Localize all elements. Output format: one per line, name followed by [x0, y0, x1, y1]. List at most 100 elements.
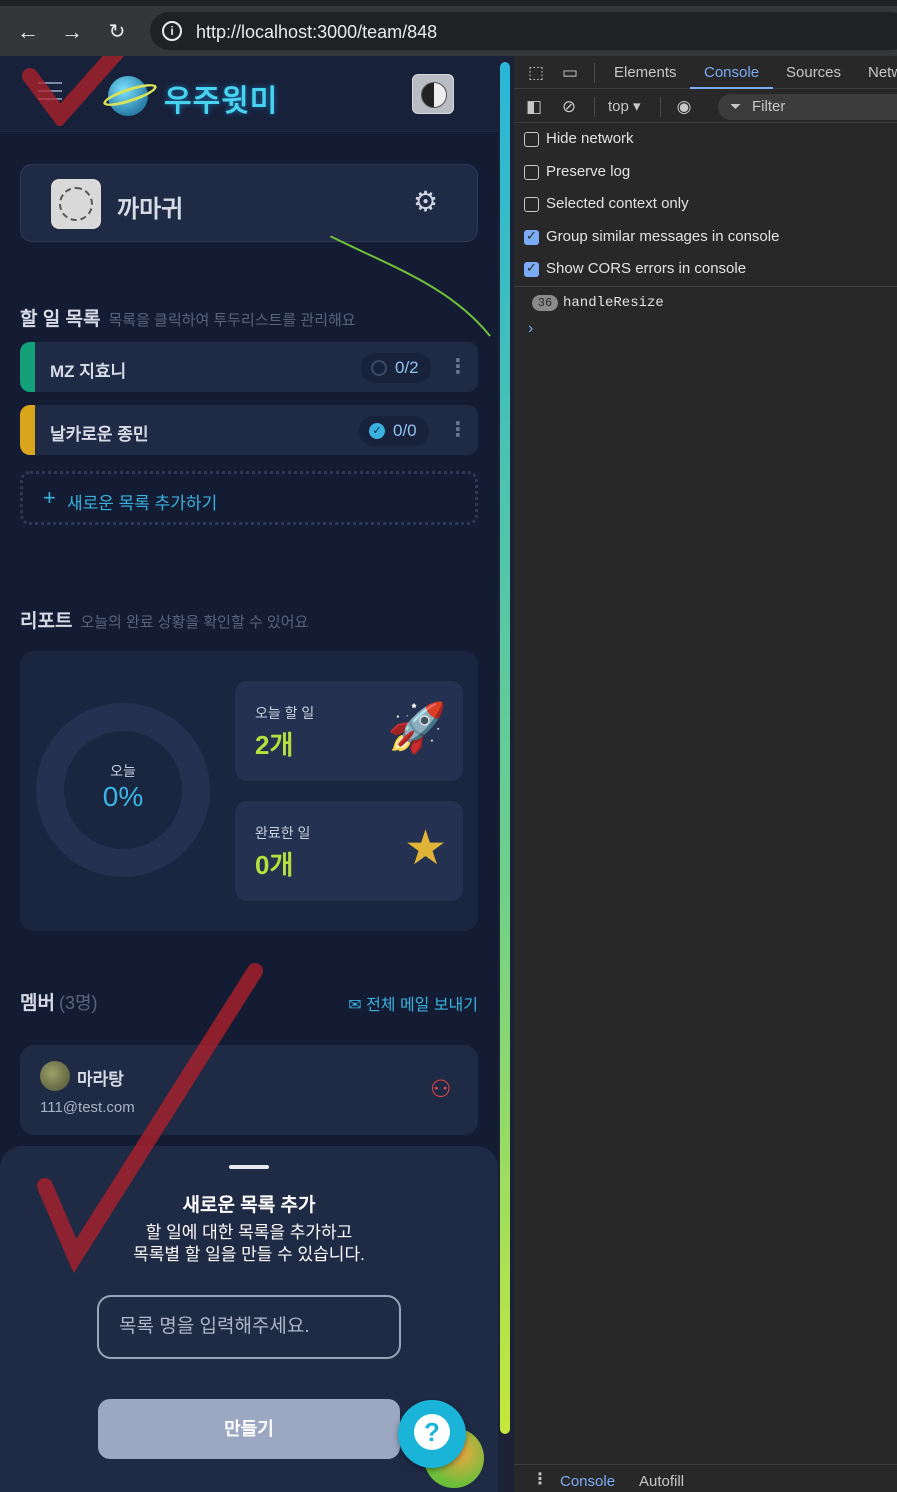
address-bar[interactable]: i http://localhost:3000/team/848 [150, 12, 897, 50]
context-selector[interactable]: top ▾ [608, 97, 641, 115]
sheet-description: 할 일에 대한 목록을 추가하고 목록별 할 일을 만들 수 있습니다. [0, 1222, 498, 1266]
todo-section-subtitle: 목록을 클릭하여 투두리스트를 관리해요 [108, 312, 356, 329]
device-toolbar-icon[interactable]: ▭ [560, 63, 580, 83]
eye-icon[interactable]: ◉ [674, 97, 694, 117]
profile-button[interactable] [412, 74, 454, 114]
yinyang-avatar-icon [421, 82, 447, 108]
member-email: 111@test.com [40, 1099, 135, 1116]
donut-value: 0% [102, 781, 144, 812]
drawer-tab-console[interactable]: Console [560, 1473, 615, 1490]
setting-label: Preserve log [546, 163, 631, 180]
check-circle-icon: ✓ [369, 423, 385, 439]
devtools-drawer: ⋮ Console Autofill [514, 1464, 897, 1492]
page-scrollbar-thumb[interactable] [500, 62, 510, 1434]
checkbox-checked[interactable] [524, 260, 539, 277]
console-prompt-icon[interactable]: › [528, 320, 533, 338]
tab-network[interactable]: Netw [868, 64, 897, 81]
members-count: (3명) [58, 993, 98, 1013]
url-text[interactable]: http://localhost:3000/team/848 [196, 22, 437, 43]
list-color-bar [20, 405, 35, 455]
drawer-menu-icon[interactable]: ⋮ [532, 1469, 548, 1489]
console-toolbar: ◧ ⊘ top ▾ ◉ ⏷ Filter [514, 90, 897, 123]
progress-donut: 오늘 0% [36, 703, 210, 877]
filter-input[interactable]: ⏷ Filter [718, 94, 897, 120]
progress-circle-icon [371, 360, 387, 376]
done-tasks-label: 완료한 일 [255, 825, 311, 841]
clear-console-icon[interactable]: ⊘ [559, 97, 579, 117]
hamburger-menu-icon[interactable] [38, 82, 62, 100]
sidebar-toggle-icon[interactable]: ◧ [524, 97, 544, 117]
mail-icon: ✉ [348, 997, 367, 1014]
todo-list-item[interactable]: MZ 지효니 0/2 ⋮ [20, 342, 478, 392]
site-info-icon[interactable]: i [162, 21, 182, 41]
todo-count-text: 0/2 [395, 358, 419, 377]
add-list-label: 새로운 목록 추가하기 [67, 494, 218, 513]
create-button[interactable]: 만들기 [98, 1399, 400, 1459]
team-emblem-icon [59, 187, 93, 221]
today-tasks-label: 오늘 할 일 [255, 705, 315, 721]
app-viewport: 우주윗미 까마귀 ⚙ 할 일 목록 목록을 클릭하여 투두리스트를 관리해요 MZ… [0, 56, 500, 1492]
gear-icon[interactable]: ⚙ [413, 187, 443, 217]
setting-label: Selected context only [546, 195, 689, 212]
todo-count-badge: ✓ 0/0 [359, 416, 429, 446]
member-card[interactable]: 마라탕 111@test.com ⚇ [20, 1045, 478, 1135]
inspect-element-icon[interactable]: ⬚ [526, 63, 546, 83]
repeat-count-badge: 36 [532, 295, 558, 311]
log-message: handleResize [563, 295, 664, 311]
sheet-desc-line1: 할 일에 대한 목록을 추가하고 [145, 1223, 353, 1242]
drawer-tab-autofill[interactable]: Autofill [639, 1473, 684, 1490]
reload-icon[interactable]: ↻ [103, 18, 131, 46]
help-button[interactable]: ? [398, 1400, 466, 1468]
sheet-title: 새로운 목록 추가 [182, 1195, 316, 1216]
sheet-drag-handle[interactable] [229, 1165, 269, 1169]
mail-all-label: 전체 메일 보내기 [366, 997, 478, 1014]
todo-count-text: 0/0 [393, 421, 417, 440]
list-color-bar [20, 342, 35, 392]
checkbox[interactable] [524, 197, 539, 212]
active-tab-indicator [690, 87, 773, 89]
setting-label: Hide network [546, 130, 634, 147]
toolbar-divider [594, 63, 595, 83]
team-card: 까마귀 ⚙ [20, 164, 478, 242]
list-name-input[interactable] [97, 1295, 401, 1359]
logo-text: 우주윗미 [164, 85, 279, 118]
context-label: top [608, 98, 629, 115]
browser-toolbar: ← → ↻ i http://localhost:3000/team/848 [0, 0, 897, 56]
report-section-title: 리포트 오늘의 완료 상황을 확인할 수 있어요 [20, 606, 308, 633]
setting-label: Group similar messages in console [546, 228, 780, 245]
done-tasks-box: 완료한 일 0개 ★ [235, 801, 463, 901]
tab-sources[interactable]: Sources [786, 64, 841, 81]
add-list-button[interactable]: + 새로운 목록 추가하기 [20, 471, 478, 525]
star-icon: ★ [403, 822, 447, 875]
rocket-icon: 🚀 [387, 702, 447, 755]
toolbar-divider [660, 97, 661, 117]
devtools-tabbar: ⬚ ▭ Elements Console Sources Netw [514, 56, 897, 89]
filter-placeholder: Filter [752, 98, 786, 115]
today-tasks-value: 2개 [255, 730, 294, 760]
app-logo[interactable]: 우주윗미 [101, 70, 292, 118]
todo-count-badge: 0/2 [361, 353, 431, 383]
member-name: 마라탕 [77, 1070, 124, 1089]
more-options-icon[interactable]: ⋮ [448, 417, 468, 443]
mail-all-link[interactable]: ✉ 전체 메일 보내기 [348, 991, 478, 1015]
avatar [40, 1061, 70, 1091]
donut-label: 오늘 [110, 763, 136, 779]
checkbox[interactable] [524, 165, 539, 180]
team-avatar [51, 179, 101, 229]
remove-user-icon[interactable]: ⚇ [430, 1075, 452, 1104]
tab-console[interactable]: Console [704, 64, 759, 81]
back-arrow-icon[interactable]: ← [14, 18, 42, 46]
tab-elements[interactable]: Elements [614, 64, 677, 81]
forward-arrow-icon[interactable]: → [58, 18, 86, 46]
todo-section-heading: 할 일 목록 [20, 309, 101, 330]
sheet-desc-line2: 목록별 할 일을 만들 수 있습니다. [133, 1245, 365, 1264]
more-options-icon[interactable]: ⋮ [448, 354, 468, 380]
plus-icon: + [43, 485, 56, 510]
todo-list-label: MZ 지효니 [50, 362, 127, 381]
report-section-subtitle: 오늘의 완료 상황을 확인할 수 있어요 [80, 614, 309, 631]
team-name: 까마귀 [117, 196, 184, 223]
app-header: 우주윗미 [0, 56, 500, 132]
todo-list-item[interactable]: 날카로운 종민 ✓ 0/0 ⋮ [20, 405, 478, 455]
checkbox[interactable] [524, 132, 539, 147]
checkbox-checked[interactable] [524, 228, 539, 245]
